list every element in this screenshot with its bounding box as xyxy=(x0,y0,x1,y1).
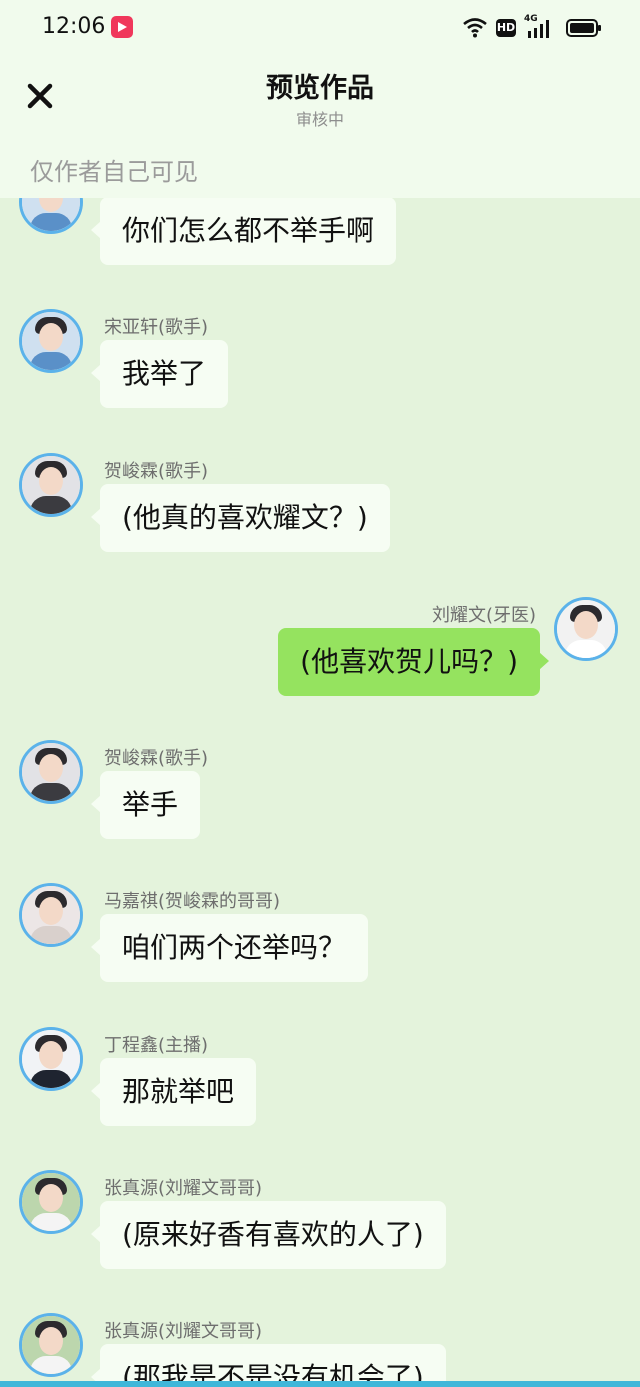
bottom-edge-bar xyxy=(0,1381,640,1387)
system-icons: HD 4G xyxy=(462,14,602,42)
avatar[interactable] xyxy=(19,883,83,947)
video-app-icon xyxy=(111,16,133,38)
message-text: 那就举吧 xyxy=(122,1075,235,1108)
page-title: 预览作品 xyxy=(266,73,374,104)
message-bubble[interactable]: 举手 xyxy=(90,771,201,839)
signal-icon: 4G xyxy=(524,14,554,40)
sender-name: 马嘉祺(贺峻霖的哥哥) xyxy=(104,891,281,912)
avatar[interactable] xyxy=(554,597,618,661)
chat-area[interactable]: 你们怎么都不举手啊 宋亚轩(歌手) 我举了 贺峻霖(歌手) (他真的喜欢耀文？)… xyxy=(0,0,640,1387)
message-bubble[interactable]: (原来好香有喜欢的人了) xyxy=(91,1201,446,1269)
message-bubble[interactable]: 咱们两个还举吗？ xyxy=(90,914,369,982)
message-bubble[interactable]: 我举了 xyxy=(90,340,229,408)
message-bubble[interactable]: (他真的喜欢耀文？) xyxy=(91,484,390,552)
message-bubble[interactable]: 那就举吧 xyxy=(90,1058,257,1126)
sender-name: 丁程鑫(主播) xyxy=(104,1035,209,1056)
sender-name: 张真源(刘耀文哥哥) xyxy=(104,1178,263,1199)
avatar[interactable] xyxy=(19,740,83,804)
header: 12:06 HD 4G 预览作品 审核中 仅作者自己可见 xyxy=(0,0,640,198)
sender-name: 张真源(刘耀文哥哥) xyxy=(104,1321,263,1342)
battery-icon xyxy=(566,19,601,37)
message-text: 咱们两个还举吗？ xyxy=(122,931,347,964)
status-time: 12:06 xyxy=(42,14,106,39)
visibility-note: 仅作者自己可见 xyxy=(30,158,198,186)
avatar[interactable] xyxy=(19,1313,83,1377)
sender-name: 宋亚轩(歌手) xyxy=(104,317,209,338)
message-text: 我举了 xyxy=(122,357,207,390)
message-text: (他真的喜欢耀文？) xyxy=(122,501,368,534)
message-text: 你们怎么都不举手啊 xyxy=(122,214,375,247)
status-bar: 12:06 HD 4G xyxy=(0,0,640,56)
avatar[interactable] xyxy=(19,1170,83,1234)
sender-name: 刘耀文(牙医) xyxy=(431,605,536,626)
review-status: 审核中 xyxy=(295,110,344,129)
sender-name: 贺峻霖(歌手) xyxy=(104,461,209,482)
message-bubble[interactable]: 你们怎么都不举手啊 xyxy=(90,197,397,265)
message-text: (他喜欢贺儿吗？) xyxy=(300,645,518,678)
avatar[interactable] xyxy=(19,1027,83,1091)
sender-name: 贺峻霖(歌手) xyxy=(104,748,209,769)
message-text: 举手 xyxy=(122,788,179,821)
hd-icon: HD xyxy=(496,19,516,37)
wifi-icon xyxy=(463,18,487,38)
message-bubble[interactable]: (他喜欢贺儿吗？) xyxy=(278,628,549,696)
message-text: (原来好香有喜欢的人了) xyxy=(122,1218,424,1251)
avatar[interactable] xyxy=(19,309,83,373)
avatar[interactable] xyxy=(19,453,83,517)
